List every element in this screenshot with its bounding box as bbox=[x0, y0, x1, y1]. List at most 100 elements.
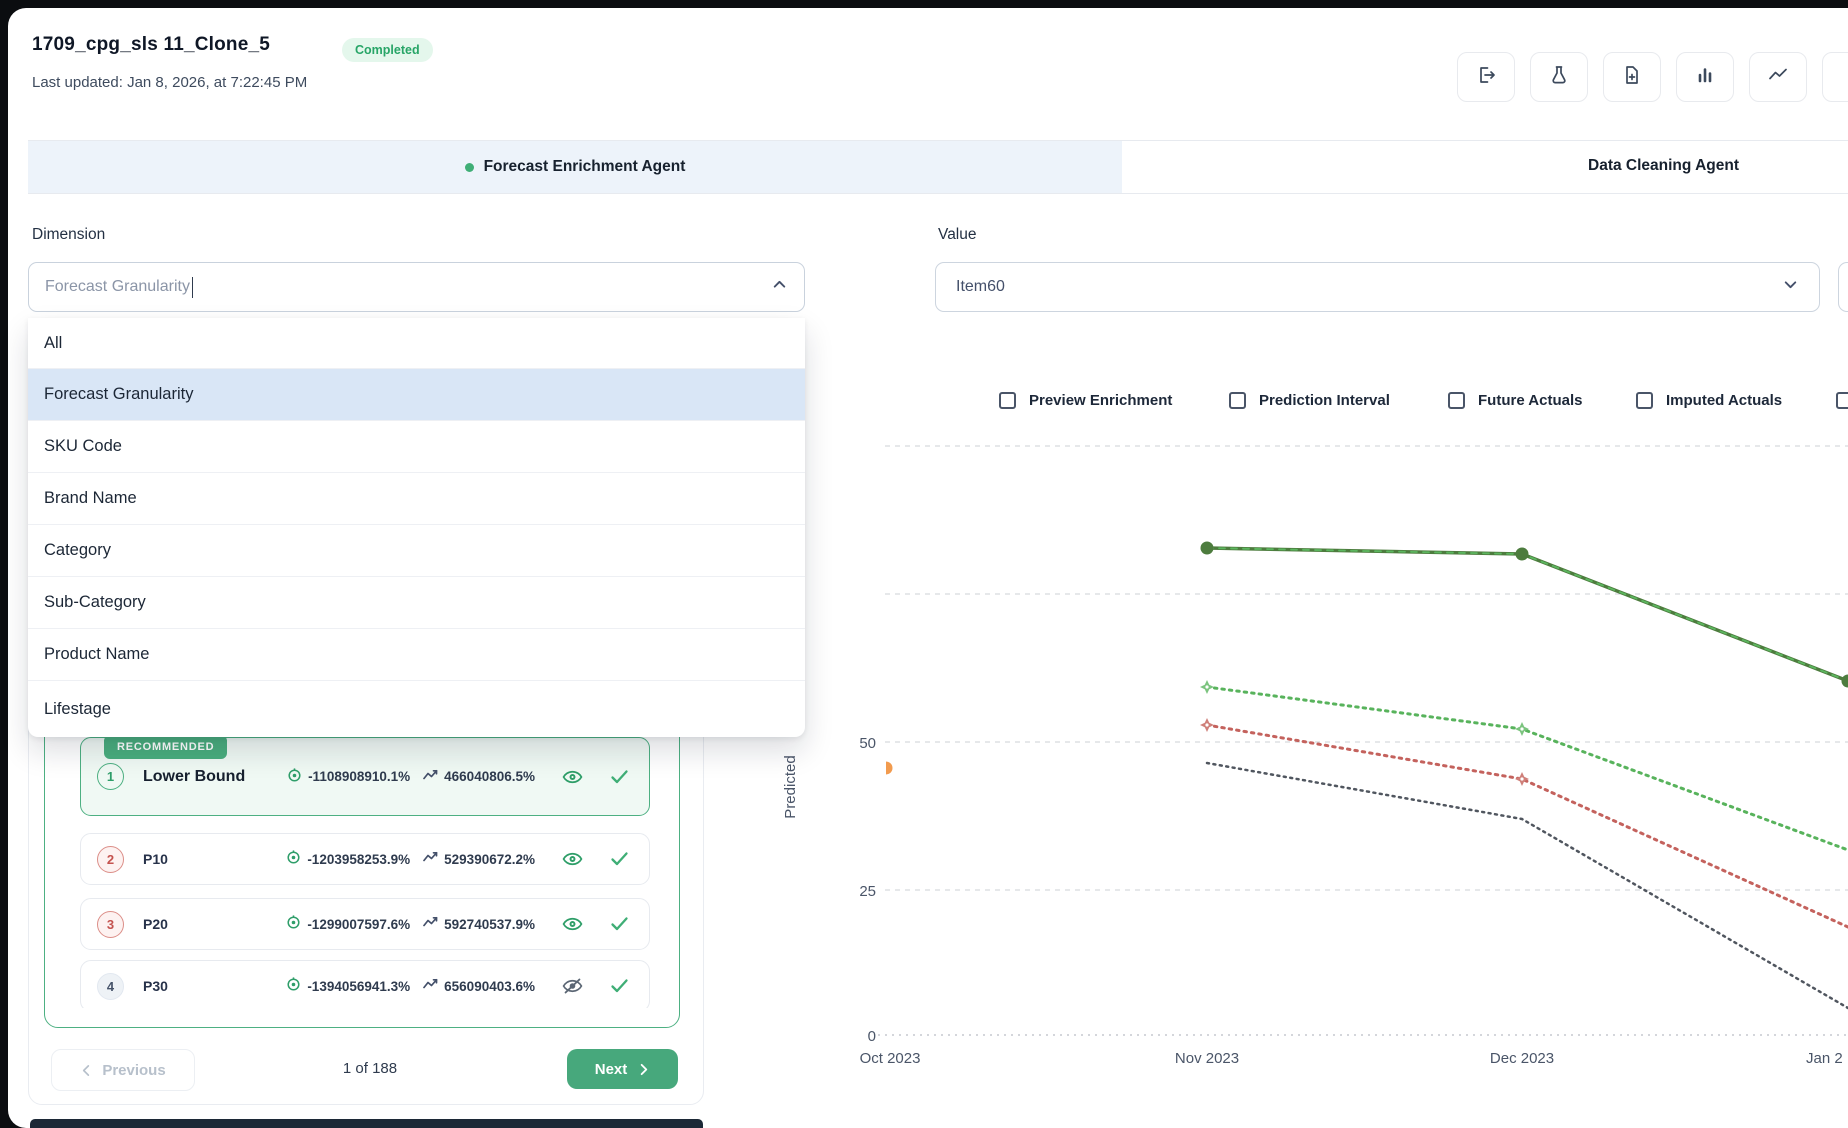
target-icon bbox=[285, 976, 302, 996]
checkbox-label: Preview Enrichment bbox=[1029, 392, 1172, 409]
dropdown-option-sub-category[interactable]: Sub-Category bbox=[28, 577, 805, 629]
chevron-down-icon bbox=[1782, 276, 1799, 298]
recommendation-card-p20[interactable]: 3 P20 -1299007597.6% 592740537.9% bbox=[80, 898, 650, 950]
collapsed-footer-bar[interactable] bbox=[30, 1119, 703, 1128]
checkbox-icon[interactable] bbox=[999, 392, 1016, 409]
option-name: P30 bbox=[143, 978, 285, 994]
svg-text:50: 50 bbox=[859, 735, 876, 752]
svg-text:Dec 2023: Dec 2023 bbox=[1490, 1050, 1554, 1067]
trend-icon bbox=[423, 769, 439, 785]
option-name: P10 bbox=[143, 851, 285, 867]
dropdown-option-sku-code[interactable]: SKU Code bbox=[28, 421, 805, 473]
dropdown-option-forecast-granularity[interactable]: Forecast Granularity bbox=[28, 369, 805, 421]
visibility-eye-off-icon[interactable] bbox=[562, 977, 583, 995]
dropdown-option-lifestage[interactable]: Lifestage bbox=[28, 681, 805, 737]
chevron-right-icon bbox=[637, 1063, 650, 1076]
svg-text:Nov 2023: Nov 2023 bbox=[1175, 1050, 1239, 1067]
page-counter: 1 of 188 bbox=[300, 1060, 440, 1077]
check-icon[interactable] bbox=[610, 978, 629, 994]
partial-circle-icon bbox=[1839, 63, 1848, 92]
imputed-actuals-checkbox[interactable]: Imputed Actuals bbox=[1636, 392, 1782, 409]
flask-icon bbox=[1547, 63, 1571, 92]
dimension-combobox-input[interactable]: Forecast Granularity bbox=[28, 262, 805, 312]
previous-page-button[interactable]: Previous bbox=[51, 1049, 195, 1091]
recommended-badge: RECOMMENDED bbox=[104, 735, 227, 759]
future-actuals-checkbox[interactable]: Future Actuals bbox=[1448, 392, 1582, 409]
visibility-eye-icon[interactable] bbox=[562, 915, 583, 933]
option-name: P20 bbox=[143, 916, 285, 932]
rank-badge: 1 bbox=[97, 763, 124, 790]
next-label: Next bbox=[595, 1061, 628, 1078]
trend-icon bbox=[423, 916, 439, 932]
value-select[interactable]: Item60 bbox=[935, 262, 1820, 312]
trend-metric: 656090403.6% bbox=[444, 979, 535, 994]
trend-metric: 466040806.5% bbox=[444, 769, 535, 784]
trend-icon bbox=[423, 851, 439, 867]
rank-badge: 2 bbox=[97, 846, 124, 873]
rank-badge: 3 bbox=[97, 911, 124, 938]
export-icon bbox=[1474, 63, 1498, 92]
add-file-button[interactable] bbox=[1603, 52, 1661, 102]
agent-tabbar: Forecast Enrichment Agent Data Cleaning … bbox=[28, 140, 1848, 194]
svg-text:Oct 2023: Oct 2023 bbox=[860, 1050, 921, 1067]
checkbox-icon[interactable] bbox=[1636, 392, 1653, 409]
value-label: Value bbox=[938, 226, 977, 244]
checkbox-label: Imputed Actuals bbox=[1666, 392, 1782, 409]
svg-text:Predicted: Predicted bbox=[782, 755, 799, 818]
check-icon[interactable] bbox=[610, 916, 629, 932]
page-title: 1709_cpg_sls 11_Clone_5 bbox=[32, 34, 270, 56]
target-icon bbox=[286, 767, 303, 787]
recommendation-card-p10[interactable]: 2 P10 -1203958253.9% 529390672.2% bbox=[80, 833, 650, 885]
bar-chart-view-button[interactable] bbox=[1676, 52, 1734, 102]
app-window: 50250Oct 2023Nov 2023Dec 2023Jan 2Predic… bbox=[0, 0, 1848, 1128]
dropdown-option-product-name[interactable]: Product Name bbox=[28, 629, 805, 681]
chevron-left-icon bbox=[80, 1064, 93, 1077]
tab-label: Data Cleaning Agent bbox=[1588, 157, 1739, 175]
checkbox-label: Future Actuals bbox=[1478, 392, 1582, 409]
visibility-eye-icon[interactable] bbox=[562, 768, 583, 786]
check-icon[interactable] bbox=[610, 769, 629, 785]
dropdown-option-all[interactable]: All bbox=[28, 318, 805, 369]
dropdown-option-category[interactable]: Category bbox=[28, 525, 805, 577]
next-page-button[interactable]: Next bbox=[567, 1049, 678, 1089]
chevron-up-icon bbox=[771, 276, 788, 298]
rank-badge: 4 bbox=[97, 973, 124, 1000]
tab-label: Forecast Enrichment Agent bbox=[484, 158, 686, 176]
tab-data-cleaning-agent[interactable]: Data Cleaning Agent bbox=[1122, 141, 1848, 193]
text-cursor bbox=[192, 277, 194, 298]
line-chart-view-button[interactable] bbox=[1749, 52, 1807, 102]
tab-forecast-enrichment-agent[interactable]: Forecast Enrichment Agent bbox=[28, 141, 1123, 193]
dimension-dropdown-list: All Forecast Granularity SKU Code Brand … bbox=[28, 318, 805, 737]
target-metric: -1203958253.9% bbox=[307, 852, 410, 867]
target-metric: -1108908910.1% bbox=[308, 769, 410, 784]
target-metric: -1394056941.3% bbox=[307, 979, 410, 994]
checkbox-icon[interactable] bbox=[1448, 392, 1465, 409]
prediction-interval-checkbox[interactable]: Prediction Interval bbox=[1229, 392, 1390, 409]
clipped-right-control[interactable] bbox=[1838, 262, 1848, 312]
dimension-input-text: Forecast Granularity bbox=[45, 278, 190, 296]
clipped-toolbar-button[interactable] bbox=[1822, 52, 1848, 102]
target-icon bbox=[285, 849, 302, 869]
last-updated-text: Last updated: Jan 8, 2026, at 7:22:45 PM bbox=[32, 74, 307, 91]
dimension-label: Dimension bbox=[32, 226, 105, 244]
bar-chart-icon bbox=[1693, 63, 1717, 92]
clipped-checkbox[interactable] bbox=[1836, 392, 1848, 409]
checkbox-label: Prediction Interval bbox=[1259, 392, 1390, 409]
dropdown-option-brand-name[interactable]: Brand Name bbox=[28, 473, 805, 525]
trend-line-icon bbox=[1766, 63, 1790, 92]
option-name: Lower Bound bbox=[143, 768, 286, 786]
recommendation-card-p30[interactable]: 4 P30 -1394056941.3% 656090403.6% bbox=[80, 960, 650, 1008]
visibility-eye-icon[interactable] bbox=[562, 850, 583, 868]
target-metric: -1299007597.6% bbox=[307, 917, 410, 932]
svg-text:Jan 2: Jan 2 bbox=[1806, 1050, 1843, 1067]
export-button[interactable] bbox=[1457, 52, 1515, 102]
trend-icon bbox=[423, 978, 439, 994]
checkbox-icon[interactable] bbox=[1229, 392, 1246, 409]
svg-text:25: 25 bbox=[859, 883, 876, 900]
previous-label: Previous bbox=[102, 1062, 165, 1079]
experiment-button[interactable] bbox=[1530, 52, 1588, 102]
checkbox-icon[interactable] bbox=[1836, 392, 1848, 409]
preview-enrichment-checkbox[interactable]: Preview Enrichment bbox=[999, 392, 1172, 409]
check-icon[interactable] bbox=[610, 851, 629, 867]
trend-metric: 529390672.2% bbox=[444, 852, 535, 867]
